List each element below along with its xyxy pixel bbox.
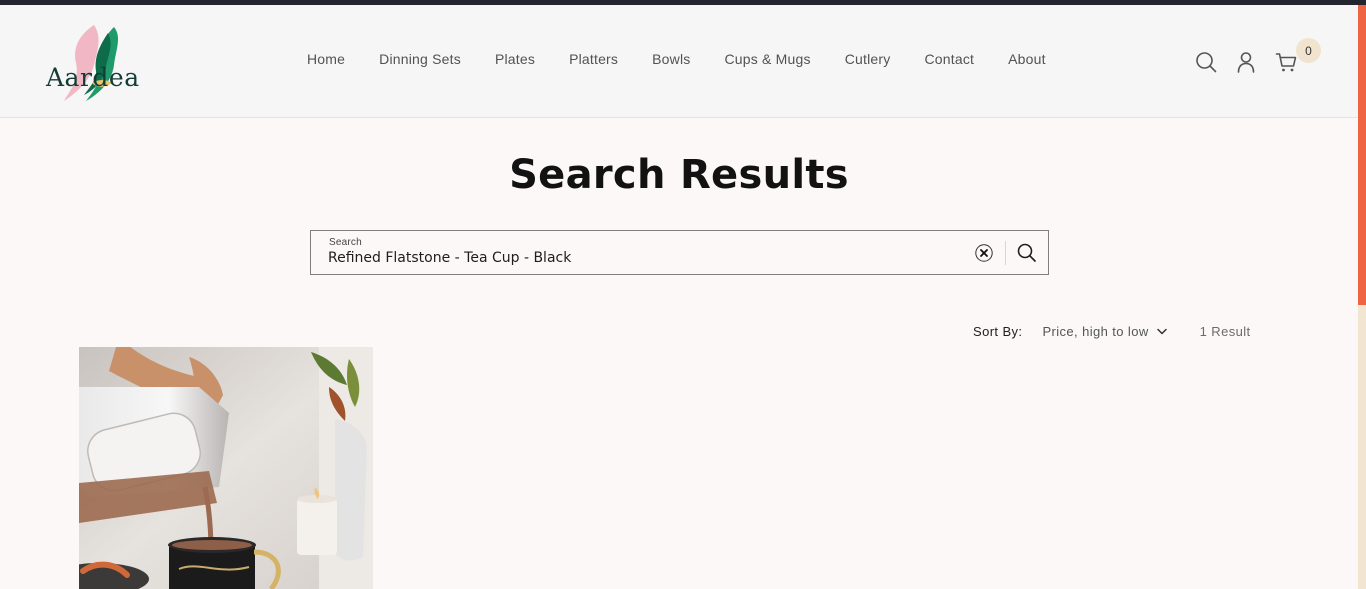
cart-button[interactable] — [1273, 49, 1299, 75]
nav-bowls[interactable]: Bowls — [635, 51, 707, 67]
search-input[interactable] — [328, 250, 928, 266]
sort-selected-value: Price, high to low — [1042, 324, 1149, 339]
sort-select[interactable]: Price, high to low — [1042, 324, 1167, 339]
chevron-down-icon — [1156, 328, 1167, 335]
nav-plates[interactable]: Plates — [478, 51, 552, 67]
nav-cutlery[interactable]: Cutlery — [828, 51, 908, 67]
search-icon — [1196, 52, 1217, 73]
sort-label: Sort By: — [973, 324, 1023, 339]
nav-home[interactable]: Home — [290, 51, 362, 67]
search-divider — [1005, 241, 1006, 265]
logo-text: Aardea — [46, 63, 140, 92]
nav-cups-mugs[interactable]: Cups & Mugs — [707, 51, 827, 67]
page-title: Search Results — [509, 152, 849, 198]
result-count: 1 Result — [1199, 324, 1251, 339]
nav-contact[interactable]: Contact — [907, 51, 991, 67]
user-icon — [1237, 52, 1255, 73]
site-header: Aardea Home Dinning Sets Plates Platters… — [0, 5, 1358, 118]
nav-about[interactable]: About — [991, 51, 1063, 67]
header-search-button[interactable] — [1193, 49, 1219, 75]
search-box: Search — [310, 230, 1049, 275]
brand-logo[interactable]: Aardea — [42, 23, 157, 103]
clear-icon — [975, 244, 993, 262]
cart-count-badge: 0 — [1296, 38, 1321, 63]
sort-bar: Sort By: Price, high to low 1 Result — [973, 324, 1251, 339]
product-card-image[interactable] — [79, 347, 373, 589]
product-photo — [79, 347, 373, 589]
main-nav: Home Dinning Sets Plates Platters Bowls … — [290, 51, 1063, 67]
search-icon — [1017, 243, 1036, 262]
account-button[interactable] — [1233, 49, 1259, 75]
nav-platters[interactable]: Platters — [552, 51, 635, 67]
scrollbar-thumb[interactable] — [1358, 5, 1366, 305]
clear-search-button[interactable] — [974, 243, 994, 263]
nav-dinning-sets[interactable]: Dinning Sets — [362, 51, 478, 67]
cart-icon — [1275, 53, 1297, 72]
header-icons: 0 — [1193, 38, 1321, 75]
search-label: Search — [329, 237, 362, 248]
search-submit-button[interactable] — [1016, 242, 1038, 264]
